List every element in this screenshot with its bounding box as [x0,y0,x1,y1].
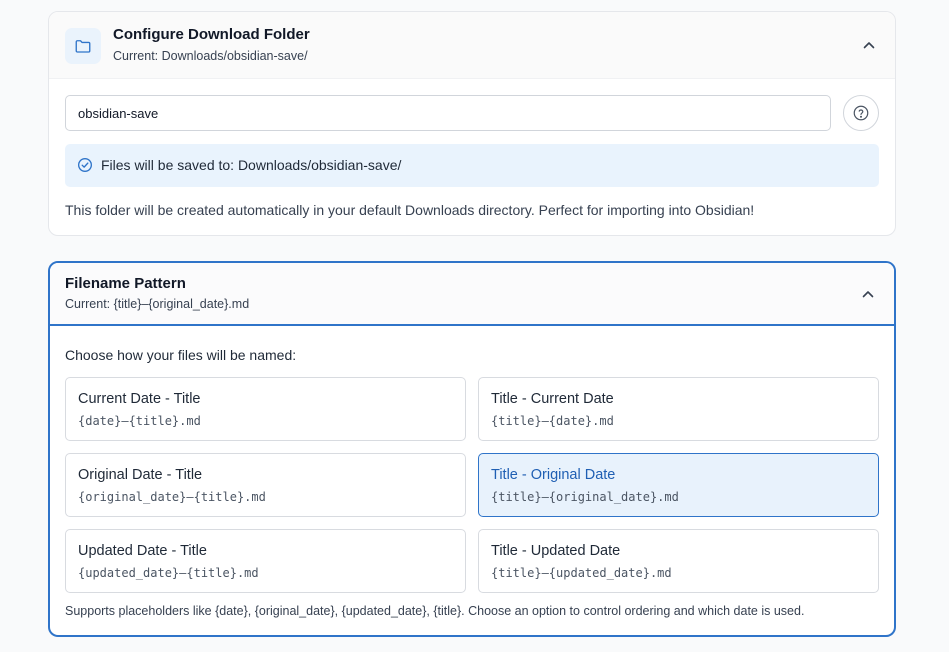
help-circle-icon [853,105,869,121]
option-pattern: {title}–{original_date}.md [491,490,679,504]
chevron-up-icon[interactable] [861,37,877,53]
option-pattern: {title}–{updated_date}.md [491,566,672,580]
download-folder-card: Configure Download Folder Current: Downl… [48,11,896,236]
folder-description: This folder will be created automaticall… [65,202,755,218]
choose-pattern-label: Choose how your files will be named: [65,347,297,363]
pattern-option-title-current-date[interactable]: Title - Current Date {title}–{date}.md [478,377,879,441]
download-folder-current: Current: Downloads/obsidian-save/ [113,49,308,63]
check-circle-icon [78,158,92,172]
placeholder-footnote: Supports placeholders like {date}, {orig… [65,604,805,618]
option-label: Title - Updated Date [491,543,621,559]
download-folder-header[interactable]: Configure Download Folder Current: Downl… [49,12,895,79]
pattern-option-title-updated-date[interactable]: Title - Updated Date {title}–{updated_da… [478,529,879,593]
folder-icon [65,28,101,64]
filename-pattern-header[interactable]: Filename Pattern Current: {title}–{origi… [50,263,894,326]
folder-name-input[interactable] [65,95,831,131]
option-pattern: {updated_date}–{title}.md [78,566,259,580]
filename-pattern-title: Filename Pattern [65,275,186,292]
option-pattern: {title}–{date}.md [491,414,614,428]
save-location-text: Files will be saved to: Downloads/obsidi… [101,157,402,173]
pattern-option-original-date-title[interactable]: Original Date - Title {original_date}–{t… [65,453,466,517]
option-label: Updated Date - Title [78,543,207,559]
filename-pattern-current: Current: {title}–{original_date}.md [65,297,250,311]
pattern-option-updated-date-title[interactable]: Updated Date - Title {updated_date}–{tit… [65,529,466,593]
chevron-up-icon[interactable] [860,286,876,302]
option-pattern: {date}–{title}.md [78,414,201,428]
filename-pattern-card: Filename Pattern Current: {title}–{origi… [48,261,896,637]
option-label: Current Date - Title [78,391,201,407]
option-label: Original Date - Title [78,467,203,483]
option-label: Title - Original Date [491,467,616,483]
settings-panel: Configure Download Folder Current: Downl… [24,0,925,652]
option-label: Title - Current Date [491,391,614,407]
option-pattern: {original_date}–{title}.md [78,490,266,504]
download-folder-title: Configure Download Folder [113,26,310,43]
help-button[interactable] [843,95,879,131]
pattern-option-title-original-date[interactable]: Title - Original Date {title}–{original_… [478,453,879,517]
save-location-banner: Files will be saved to: Downloads/obsidi… [65,144,879,187]
pattern-option-current-date-title[interactable]: Current Date - Title {date}–{title}.md [65,377,466,441]
